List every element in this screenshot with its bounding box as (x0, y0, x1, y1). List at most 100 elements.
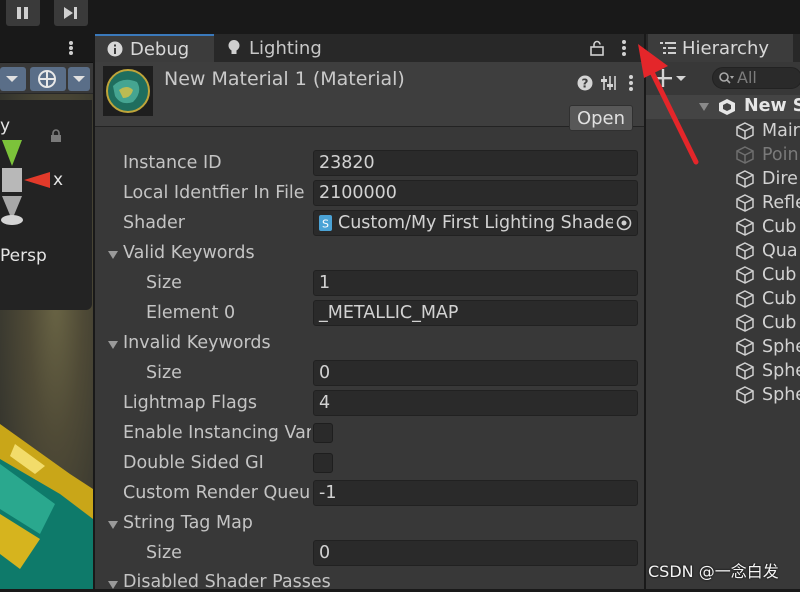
more-options-icon[interactable] (619, 39, 629, 57)
tab-lighting[interactable]: Lighting (215, 34, 367, 62)
string-tag-map-label[interactable]: String Tag Map (123, 513, 308, 533)
gizmo-toggle-button[interactable] (30, 67, 66, 91)
cube-icon (736, 386, 754, 404)
info-icon (107, 41, 123, 57)
cube-icon (736, 170, 754, 188)
shader-label: Shader (123, 213, 185, 233)
hierarchy-search-input[interactable]: All (712, 67, 800, 89)
valid-keywords-label[interactable]: Valid Keywords (123, 243, 308, 263)
list-item[interactable]: Poin (736, 143, 799, 167)
list-item[interactable]: Dire (736, 167, 798, 191)
list-item-label: Poin (762, 145, 799, 165)
local-identifier-field[interactable]: 2100000 (313, 180, 638, 206)
string-tag-map-size-label: Size (146, 543, 182, 563)
list-item-label: Sphe (762, 337, 800, 357)
cube-icon (736, 218, 754, 236)
globe-icon (38, 70, 56, 88)
list-item[interactable]: Cub (736, 287, 796, 311)
list-item-label: Refle (762, 193, 800, 213)
axis-y-label: y (0, 116, 11, 136)
tab-debug[interactable]: Debug (95, 34, 214, 62)
list-item[interactable]: Qua (736, 239, 798, 263)
open-button[interactable]: Open (569, 105, 633, 131)
axis-gizmo-icon (1, 140, 50, 225)
cube-icon (736, 242, 754, 260)
dropdown-button[interactable] (0, 67, 26, 91)
cube-icon (736, 362, 754, 380)
pause-button[interactable] (6, 0, 40, 26)
enable-instancing-label: Enable Instancing Variants (123, 423, 311, 443)
local-identifier-label: Local Identfier In File (123, 183, 305, 203)
scene-object-render (0, 424, 93, 589)
material-title: New Material 1 (Material) (164, 68, 405, 90)
list-item-label: Cub (762, 265, 797, 285)
search-icon (719, 72, 734, 84)
lightmap-flags-label: Lightmap Flags (123, 393, 257, 413)
list-item[interactable]: Cub (736, 311, 796, 335)
orientation-gizmo[interactable]: y x Persp (0, 100, 92, 310)
pause-icon (17, 7, 28, 19)
valid-keywords-size-field[interactable]: 1 (313, 270, 638, 296)
custom-render-queue-field[interactable]: -1 (313, 480, 638, 506)
foldout-arrow-icon[interactable] (107, 249, 119, 261)
lightmap-flags-field[interactable]: 4 (313, 390, 638, 416)
cube-icon (736, 122, 754, 140)
scene-name: New S (744, 96, 800, 116)
help-icon[interactable]: ? (577, 75, 593, 91)
watermark: CSDN @一念白发 (648, 562, 779, 581)
object-picker-icon[interactable] (616, 215, 632, 231)
foldout-arrow-icon[interactable] (107, 579, 119, 591)
list-item-label: Cub (762, 217, 797, 237)
foldout-arrow-icon[interactable] (107, 519, 119, 531)
cube-icon (736, 146, 754, 164)
step-button[interactable] (54, 0, 88, 26)
instance-id-field[interactable]: 23820 (313, 150, 638, 176)
annotation-arrow-icon (638, 44, 699, 165)
enable-instancing-checkbox[interactable] (313, 423, 333, 443)
list-item[interactable]: Refle (736, 191, 800, 215)
list-item-label: Mair (762, 121, 800, 141)
list-item[interactable]: Sphe (736, 335, 800, 359)
list-item-label: Dire (762, 169, 798, 189)
string-tag-map-size-field[interactable]: 0 (313, 540, 638, 566)
tab-label: Debug (130, 38, 190, 60)
disabled-shader-passes-label[interactable]: Disabled Shader Passes (123, 572, 423, 592)
list-item[interactable]: Cub (736, 263, 796, 287)
list-item[interactable]: Cub (736, 215, 796, 239)
scene-toolbar (0, 63, 93, 93)
foldout-arrow-icon[interactable] (107, 339, 119, 351)
lightbulb-icon (228, 40, 240, 54)
invalid-keywords-label[interactable]: Invalid Keywords (123, 333, 308, 353)
tab-label: Lighting (249, 37, 322, 59)
top-toolbar (0, 0, 800, 33)
list-item[interactable]: Mair (736, 119, 800, 143)
lock-icon[interactable] (590, 40, 604, 56)
material-preview-icon (103, 66, 153, 116)
element-0-field[interactable]: _METALLIC_MAP (313, 300, 638, 326)
chevron-down-icon (6, 76, 18, 82)
cube-icon (736, 314, 754, 332)
chevron-down-icon (73, 76, 85, 82)
element-0-label: Element 0 (146, 303, 236, 323)
projection-label[interactable]: Persp (0, 246, 47, 266)
list-item-label: Sphe (762, 361, 800, 381)
scene-view-panel: y x Persp (0, 34, 93, 589)
list-item[interactable]: Sphe (736, 383, 800, 407)
double-sided-gi-checkbox[interactable] (313, 453, 333, 473)
material-header: New Material 1 (Material) ? Open (95, 62, 644, 131)
instance-id-label: Instance ID (123, 153, 222, 173)
shader-file-icon: S (319, 215, 332, 231)
invalid-keywords-size-field[interactable]: 0 (313, 360, 638, 386)
double-sided-gi-label: Double Sided GI (123, 453, 264, 473)
more-options-icon[interactable] (66, 40, 76, 56)
list-item-label: Sphe (762, 385, 800, 405)
step-icon (64, 7, 77, 19)
shader-field[interactable]: S Custom/My First Lighting Shader (313, 210, 638, 236)
list-item[interactable]: Sphe (736, 359, 800, 383)
cube-icon (736, 194, 754, 212)
gizmo-dropdown-button[interactable] (68, 67, 90, 91)
unity-scene-icon (719, 99, 735, 115)
custom-render-queue-label: Custom Render Queue (123, 483, 311, 503)
preset-sliders-icon[interactable] (601, 74, 617, 92)
inspector-panel: Debug Lighting New Material 1 (Material)… (95, 34, 644, 592)
